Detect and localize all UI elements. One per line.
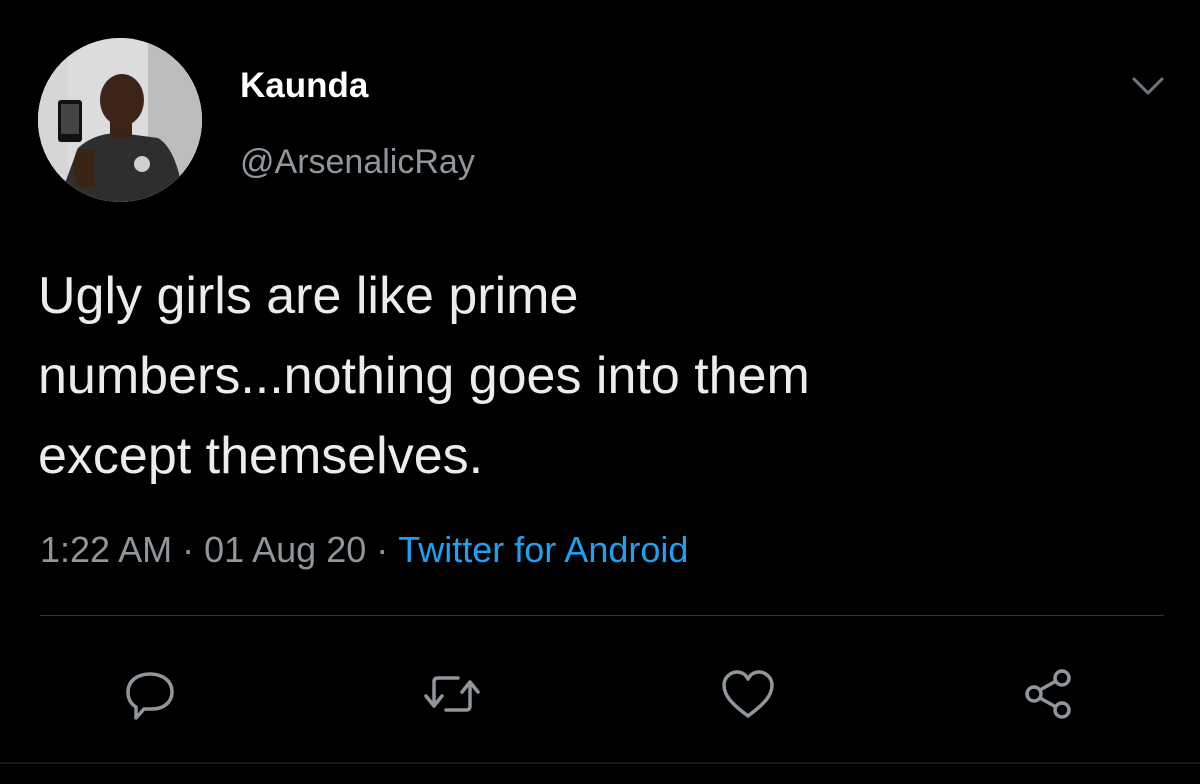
divider — [40, 615, 1164, 616]
tweet-text: Ugly girls are like prime numbers...noth… — [38, 256, 1148, 496]
tweet-time[interactable]: 1:22 AM — [40, 529, 172, 570]
action-bar — [0, 654, 1200, 734]
tweet-text-line: Ugly girls are like prime — [38, 267, 579, 325]
share-button[interactable] — [1008, 654, 1088, 734]
bottom-border — [0, 762, 1200, 764]
avatar[interactable] — [38, 38, 202, 202]
chevron-down-icon — [1132, 77, 1164, 95]
tweet-source-link[interactable]: Twitter for Android — [398, 529, 688, 570]
reply-icon — [126, 672, 174, 720]
retweet-button[interactable] — [412, 654, 492, 734]
tweet-text-line: except themselves. — [38, 427, 484, 485]
heart-icon — [722, 670, 774, 718]
user-handle[interactable]: @ArsenalicRay — [240, 140, 475, 184]
like-button[interactable] — [708, 654, 788, 734]
profile-photo-icon — [38, 38, 202, 202]
share-icon — [1025, 669, 1071, 719]
separator-dot: · — [182, 529, 195, 570]
tweet-date[interactable]: 01 Aug 20 — [204, 529, 366, 570]
separator-dot: · — [376, 529, 389, 570]
tweet-text-line: numbers...nothing goes into them — [38, 347, 810, 405]
reply-button[interactable] — [110, 654, 190, 734]
tweet-card: Kaunda @ArsenalicRay Ugly girls are like… — [0, 0, 1200, 784]
display-name[interactable]: Kaunda — [240, 64, 368, 108]
more-options-button[interactable] — [1126, 70, 1170, 102]
retweet-icon — [424, 676, 480, 712]
tweet-metadata: 1:22 AM · 01 Aug 20 · Twitter for Android — [40, 526, 688, 574]
